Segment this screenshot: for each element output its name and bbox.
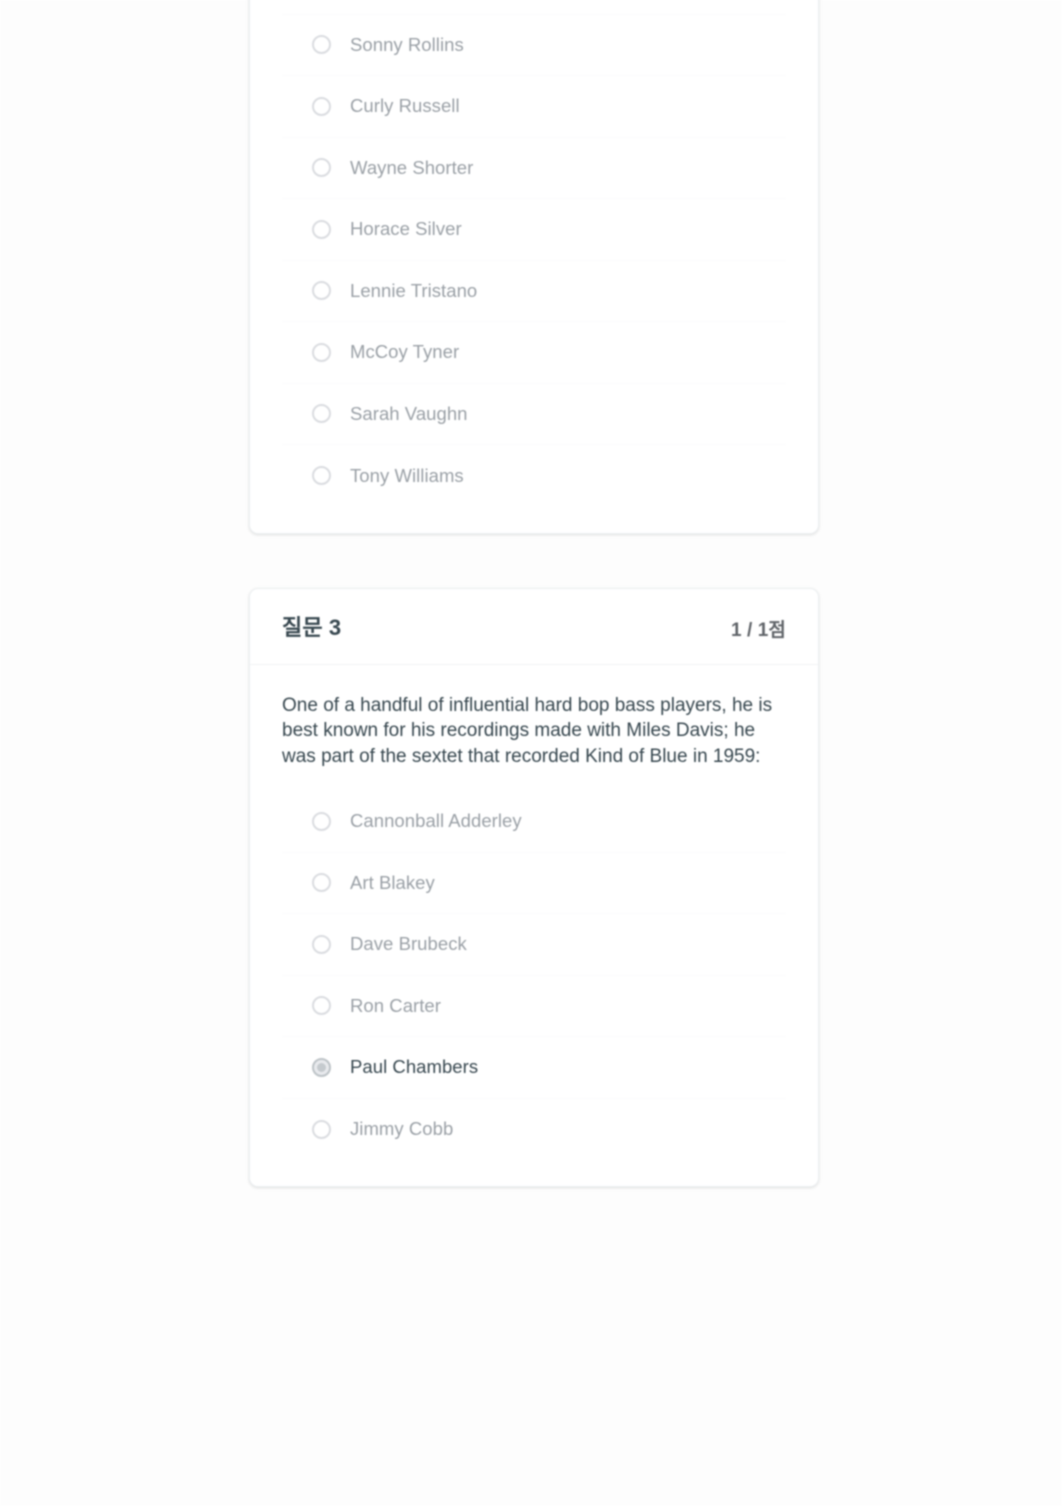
option-row-selected[interactable]: Paul Chambers [282,1037,786,1099]
option-label: McCoy Tyner [350,341,460,363]
option-label: Tony Williams [350,464,464,486]
option-row[interactable]: Max Roach [282,0,786,15]
option-row[interactable]: Curly Russell [282,76,786,138]
radio-button-icon[interactable] [312,1119,331,1139]
option-list: Charlie Parker Oscar Peterson Bud Powell… [282,0,786,521]
option-row[interactable]: Art Blakey [282,853,786,914]
option-label: Paul Chambers [350,1056,479,1078]
option-row[interactable]: Ron Carter [282,976,786,1037]
radio-button-icon[interactable] [312,404,331,424]
option-row[interactable]: Sonny Rollins [282,15,786,76]
option-label: Horace Silver [350,218,462,240]
option-label: Dave Brubeck [350,933,467,955]
radio-button-icon[interactable] [312,811,331,831]
radio-button-icon[interactable] [312,1057,331,1077]
option-row[interactable]: Cannonball Adderley [282,791,786,853]
radio-button-icon[interactable] [312,158,331,178]
option-label: Sarah Vaughn [350,402,468,424]
option-row[interactable]: Horace Silver [282,199,786,261]
question-card: 질문 2 1 / 1점 Charlie Parker Oscar Peterso… [249,0,819,534]
radio-button-icon[interactable] [312,996,331,1016]
option-list: Cannonball Adderley Art Blakey Dave Brub… [282,791,786,1174]
option-row[interactable]: McCoy Tyner [282,322,786,384]
option-label: Cannonball Adderley [350,810,522,832]
radio-button-icon[interactable] [312,96,331,116]
radio-button-icon[interactable] [312,342,331,362]
option-row[interactable]: Dave Brubeck [282,914,786,976]
option-label: Curly Russell [350,95,460,117]
option-row[interactable]: Tony Williams [282,445,786,507]
option-row[interactable]: Lennie Tristano [282,261,786,322]
radio-button-icon[interactable] [312,934,331,954]
option-label: Jimmy Cobb [350,1118,454,1140]
radio-button-icon[interactable] [312,281,331,301]
option-label: Sonny Rollins [350,33,464,55]
quiz-question-list: 질문 2 1 / 1점 Charlie Parker Oscar Peterso… [249,0,819,1241]
option-label: Ron Carter [350,994,441,1016]
option-label: Wayne Shorter [350,156,474,178]
question-body: One of a handful of influential hard bop… [250,665,818,1187]
option-row[interactable]: Jimmy Cobb [282,1099,786,1161]
page-root: 질문 2 1 / 1점 Charlie Parker Oscar Peterso… [0,0,1062,1506]
question-card: 질문 3 1 / 1점 One of a handful of influent… [249,587,819,1187]
question-prompt: One of a handful of influential hard bop… [282,694,773,767]
option-row[interactable]: Sarah Vaughn [282,384,786,445]
question-title: 질문 3 [282,614,342,640]
question-body: Charlie Parker Oscar Peterson Bud Powell… [250,0,818,533]
question-header: 질문 3 1 / 1점 [250,589,818,665]
question-score: 1 / 1점 [730,619,786,641]
option-label: Lennie Tristano [350,279,478,301]
radio-button-icon[interactable] [312,219,331,239]
radio-button-icon[interactable] [312,35,331,55]
radio-button-icon[interactable] [312,873,331,893]
option-label: Art Blakey [350,871,435,893]
option-row[interactable]: Wayne Shorter [282,138,786,199]
radio-button-icon[interactable] [312,466,331,486]
